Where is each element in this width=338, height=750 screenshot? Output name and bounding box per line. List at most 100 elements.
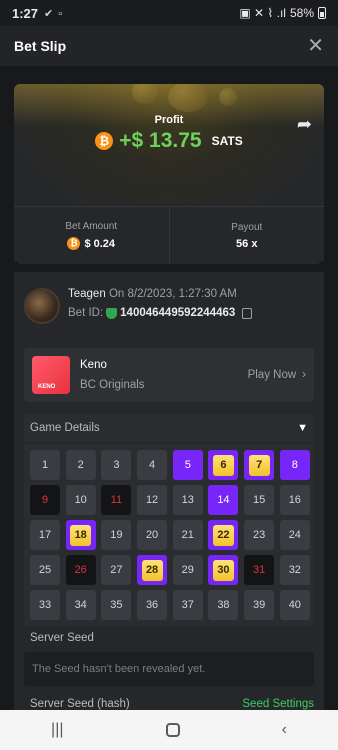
server-seed-field: The Seed hasn't been revealed yet. xyxy=(24,652,314,686)
keno-cell-33: 33 xyxy=(30,590,60,620)
payout-label: Payout xyxy=(231,221,263,233)
system-icons: ▣ ✕ ⌇ .ıl 58% xyxy=(239,6,326,20)
keno-board: 1 2 3 4 5 6 7 8 9 10 11 12 13 14 15 16 17 18 19 20 21 22 23 24 2… xyxy=(24,444,314,626)
keno-cell-35: 35 xyxy=(101,590,132,620)
keno-cell-39: 39 xyxy=(244,590,275,620)
play-now-label: Play Now xyxy=(247,369,297,381)
keno-cell-7: 7 xyxy=(244,450,275,480)
keno-cell-1: 1 xyxy=(30,450,60,480)
bet-details-card: Teagen On 8/2/2023, 1:27:30 AM Bet ID: 1… xyxy=(14,272,324,710)
game-provider: BC Originals xyxy=(80,379,145,391)
notification-icons: ✔ ▫ xyxy=(44,7,64,20)
keno-hit-gem: 6 xyxy=(212,454,234,476)
profit-row: ₿ +$ 13.75 SATS xyxy=(14,129,324,153)
keno-cell-14: 14 xyxy=(208,485,239,515)
server-seed-label: Server Seed xyxy=(30,632,94,644)
bet-amount-value: $ 0.24 xyxy=(84,237,116,250)
keno-cell-11: 11 xyxy=(101,485,132,515)
payout-value: 56 x xyxy=(236,237,258,250)
keno-cell-16: 16 xyxy=(279,485,310,515)
bet-amount-value-row: ₿ $ 0.24 xyxy=(67,237,115,250)
system-nav-bar: ||| ‹ xyxy=(0,710,338,750)
profit-hero: Profit ₿ +$ 13.75 SATS ➦ xyxy=(14,84,324,214)
keno-cell-18: 18 xyxy=(65,520,96,550)
keno-cell-24: 24 xyxy=(279,520,310,550)
copy-icon[interactable] xyxy=(242,307,253,319)
seed-settings-link[interactable]: Seed Settings xyxy=(242,698,314,710)
keno-hit-gem: 7 xyxy=(248,454,270,476)
share-icon[interactable]: ➦ xyxy=(297,114,312,135)
user-line: Teagen On 8/2/2023, 1:27:30 AM xyxy=(68,288,252,300)
keno-hit-gem: 18 xyxy=(70,524,92,546)
keno-cell-2: 2 xyxy=(65,450,96,480)
keno-hit-gem: 28 xyxy=(141,559,163,581)
keno-cell-17: 17 xyxy=(30,520,60,550)
game-info: Keno BC Originals xyxy=(80,359,145,391)
keno-cell-32: 32 xyxy=(279,555,310,585)
keno-cell-27: 27 xyxy=(101,555,132,585)
seed-section: Server Seed The Seed hasn't been reveale… xyxy=(24,632,314,710)
game-details-header[interactable]: Game Details ▼ xyxy=(24,414,314,442)
user-info: Teagen On 8/2/2023, 1:27:30 AM Bet ID: 1… xyxy=(24,288,253,324)
bet-date: On 8/2/2023, 1:27:30 AM xyxy=(108,288,237,300)
coin-decoration xyxy=(219,88,237,106)
keno-cell-23: 23 xyxy=(244,520,275,550)
bet-amount-label: Bet Amount xyxy=(65,221,118,232)
keno-cell-29: 29 xyxy=(172,555,203,585)
profit-value: +$ 13.75 xyxy=(119,129,202,152)
keno-cell-40: 40 xyxy=(279,590,310,620)
avatar[interactable] xyxy=(24,288,60,324)
keno-cell-8: 8 xyxy=(279,450,310,480)
keno-cell-10: 10 xyxy=(65,485,96,515)
battery-level: 58% xyxy=(289,6,314,20)
battery-icon xyxy=(318,7,326,19)
keno-cell-22: 22 xyxy=(208,520,239,550)
keno-hit-gem: 30 xyxy=(212,559,234,581)
bitcoin-icon: ₿ xyxy=(95,132,114,150)
chevron-down-icon[interactable]: ▼ xyxy=(297,422,308,434)
keno-cell-13: 13 xyxy=(172,485,203,515)
home-icon[interactable] xyxy=(165,723,180,737)
keno-cell-21: 21 xyxy=(172,520,203,550)
keno-cell-5: 5 xyxy=(172,450,203,480)
keno-hit-gem: 22 xyxy=(212,524,234,546)
keno-cell-6: 6 xyxy=(208,450,239,480)
game-details-title: Game Details xyxy=(30,422,100,434)
keno-cell-3: 3 xyxy=(101,450,132,480)
keno-cell-30: 30 xyxy=(208,555,239,585)
keno-cell-4: 4 xyxy=(137,450,168,480)
bet-id-row: Bet ID: 140046449592244463 xyxy=(68,307,253,319)
close-icon[interactable]: ✕ xyxy=(307,36,324,56)
keno-cell-36: 36 xyxy=(137,590,168,620)
shield-check-icon xyxy=(106,307,118,319)
keno-cell-12: 12 xyxy=(137,485,168,515)
bet-slip-content[interactable]: Profit ₿ +$ 13.75 SATS ➦ Bet Amount ₿ $ … xyxy=(0,66,338,710)
user-meta: Teagen On 8/2/2023, 1:27:30 AM Bet ID: 1… xyxy=(68,288,253,324)
bitcoin-icon: ₿ xyxy=(67,237,81,250)
bet-amount: Bet Amount ₿ $ 0.24 xyxy=(14,207,169,264)
keno-thumbnail-text: KENO xyxy=(38,384,56,390)
profit-label: Profit xyxy=(154,114,184,126)
bet-slip-header: Bet Slip ✕ xyxy=(0,26,338,66)
bet-stats: Bet Amount ₿ $ 0.24 Payout 56 x xyxy=(14,206,324,264)
keno-cell-38: 38 xyxy=(208,590,239,620)
server-hash-header: Server Seed (hash) Seed Settings xyxy=(24,698,314,710)
username[interactable]: Teagen xyxy=(68,288,106,300)
keno-cell-20: 20 xyxy=(137,520,168,550)
page-title: Bet Slip xyxy=(14,38,67,54)
recent-apps-icon[interactable]: ||| xyxy=(51,721,63,739)
keno-cell-37: 37 xyxy=(172,590,203,620)
game-link[interactable]: KENO Keno BC Originals Play Now › xyxy=(24,348,314,402)
status-bar: 1:27 ✔ ▫ ▣ ✕ ⌇ .ıl 58% xyxy=(0,0,338,26)
bet-id-value: 140046449592244463 xyxy=(120,307,236,319)
signal-icons: ▣ ✕ ⌇ .ıl xyxy=(239,6,286,20)
keno-cell-9: 9 xyxy=(30,485,60,515)
keno-cell-19: 19 xyxy=(101,520,132,550)
chevron-right-icon: › xyxy=(302,369,306,381)
keno-cell-25: 25 xyxy=(30,555,60,585)
profit-unit: SATS xyxy=(211,134,243,148)
play-now-button[interactable]: Play Now › xyxy=(248,369,306,381)
bet-id-label: Bet ID: xyxy=(68,307,104,319)
back-icon[interactable]: ‹ xyxy=(282,721,287,739)
keno-cell-26: 26 xyxy=(65,555,96,585)
